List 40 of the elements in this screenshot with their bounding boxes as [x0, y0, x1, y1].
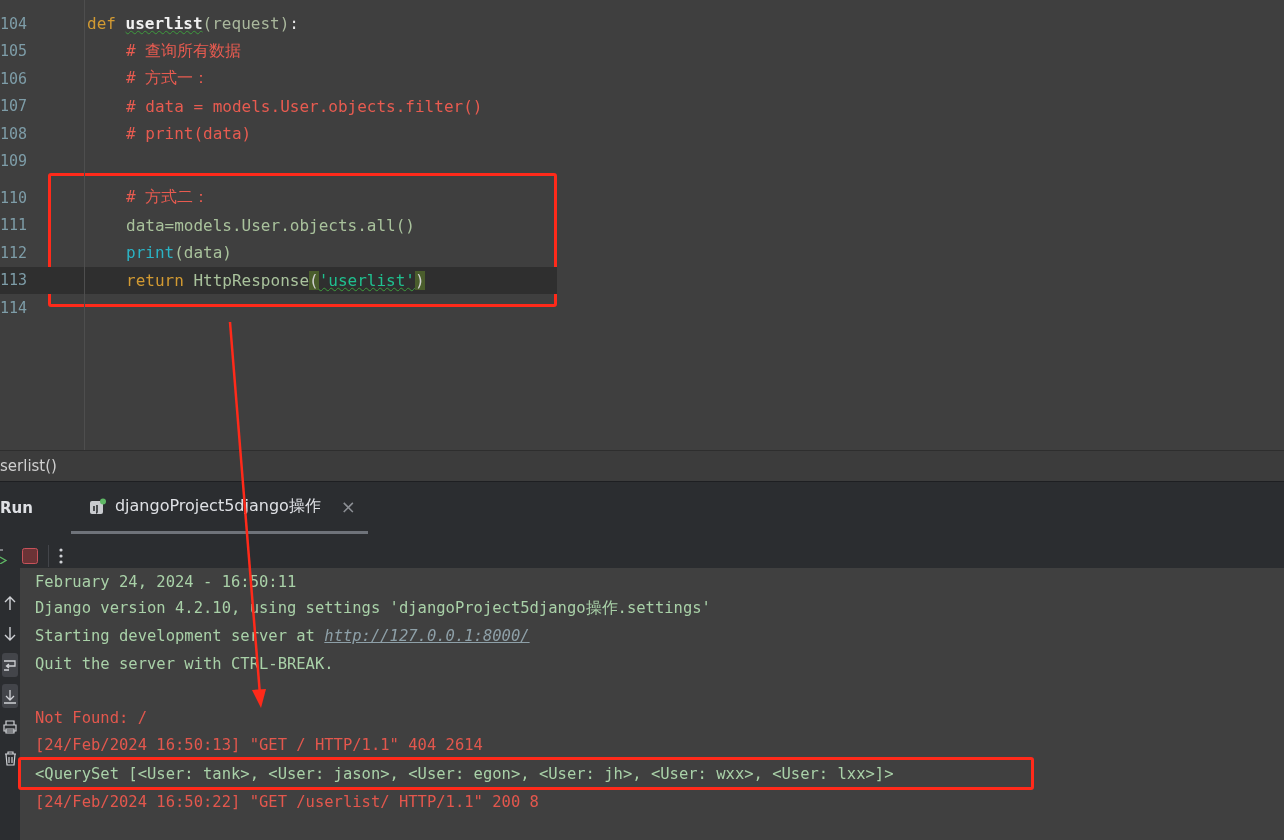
- line-number: 104: [0, 14, 29, 33]
- console-text: Not Found: /: [35, 709, 147, 728]
- code-text: # data = models.User.objects.filter(): [126, 96, 483, 116]
- code-text: # 查询所有数据: [126, 40, 242, 62]
- tool-button[interactable]: [2, 684, 18, 708]
- server-link[interactable]: http://127.0.0.1:8000/: [324, 627, 530, 646]
- code-text: # print(data): [126, 124, 252, 144]
- code-text: data=models.User.objects.all(): [126, 215, 415, 235]
- line-number: 111: [0, 216, 29, 235]
- code-text: print(data): [126, 243, 232, 263]
- console-text: <QuerySet [<User: tank>, <User: jason>, <User: egon>, <User: jh>, <User: wxx>, <User: lxx>]>: [35, 764, 894, 783]
- line-number: 105: [0, 42, 29, 61]
- rerun-icon[interactable]: [0, 547, 8, 564]
- line-number: 109: [0, 152, 29, 171]
- line-number: 106: [0, 69, 29, 88]
- wrap-icon: [3, 658, 17, 672]
- breadcrumb[interactable]: serlist(): [0, 457, 57, 475]
- code-text: # 方式二：: [126, 187, 210, 209]
- scroll-to-end-icon: [3, 688, 17, 704]
- django-icon: [88, 497, 107, 516]
- tool-button[interactable]: [2, 653, 18, 677]
- print-icon: [3, 720, 17, 734]
- close-icon[interactable]: ×: [340, 496, 356, 517]
- console-text: [24/Feb/2024 16:50:22] "GET /userlist/ HTTP/1.1" 200 8: [35, 792, 539, 811]
- stop-icon[interactable]: [22, 547, 38, 564]
- line-number: 110: [0, 188, 29, 207]
- line-number: 114: [0, 298, 29, 317]
- console-text: [24/Feb/2024 16:50:13] "GET / HTTP/1.1" 404 2614: [35, 736, 483, 755]
- more-icon[interactable]: [59, 547, 63, 564]
- panel-title: Run: [0, 498, 34, 519]
- line-number: 113: [0, 271, 29, 290]
- trash-icon: [3, 750, 17, 766]
- code-text: # 方式一：: [126, 68, 210, 90]
- down-arrow-icon: [4, 626, 16, 642]
- line-number: 112: [0, 243, 29, 262]
- line-number: 108: [0, 124, 29, 143]
- up-arrow-icon: [4, 595, 16, 611]
- code-text: return HttpResponse('userlist'): [126, 270, 425, 290]
- line-number: 107: [0, 97, 29, 116]
- code-text: def userlist(request):: [87, 14, 299, 34]
